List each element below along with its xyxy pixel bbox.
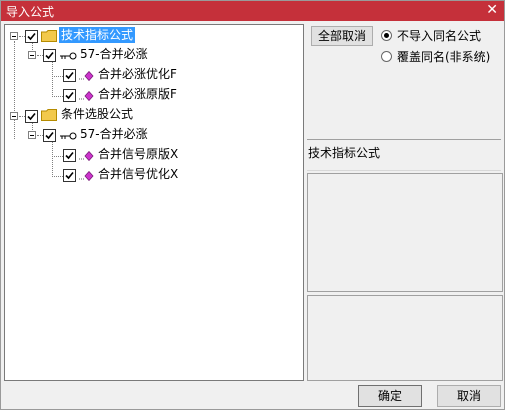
tree-checkbox[interactable]: [43, 49, 56, 62]
button-bar: 确定 取消: [1, 383, 504, 409]
tree-line: [52, 156, 63, 157]
tree-node-label[interactable]: 合并信号优化X: [98, 165, 178, 182]
tree-node-label[interactable]: 57-合并必涨: [80, 45, 148, 62]
tree-checkbox[interactable]: [63, 69, 76, 82]
tree-checkbox[interactable]: [25, 30, 38, 43]
tree-line: [14, 41, 15, 139]
tree-node-label[interactable]: 合并必涨原版F: [98, 85, 177, 102]
radio-label: 覆盖同名(非系统): [397, 50, 491, 64]
formula-diamond-icon: [79, 71, 94, 81]
tree-node-label[interactable]: 条件选股公式: [61, 105, 133, 122]
tree-node-label[interactable]: 57-合并必涨: [80, 125, 148, 142]
import-formula-dialog: 导入公式 ✕ 技术指标公式 57-合并必涨 合并必涨优化F 合并必涨原版F 条件…: [0, 0, 505, 410]
tree-node-label[interactable]: 合并必涨优化F: [98, 65, 177, 82]
radio-label: 不导入同名公式: [397, 29, 482, 43]
folder-icon: [41, 30, 57, 42]
folder-icon: [41, 109, 57, 121]
tree-line: [52, 141, 53, 177]
collapse-toggle[interactable]: [10, 112, 18, 120]
formula-tree[interactable]: 技术指标公式 57-合并必涨 合并必涨优化F 合并必涨原版F 条件选股公式 57…: [4, 24, 304, 381]
key-icon: [60, 132, 77, 140]
tree-checkbox[interactable]: [63, 169, 76, 182]
formula-description-panel: [307, 173, 503, 292]
tree-checkbox[interactable]: [43, 129, 56, 142]
cancel-all-button[interactable]: 全部取消: [311, 26, 373, 46]
tree-node-label[interactable]: 技术指标公式: [59, 27, 136, 43]
formula-diamond-icon: [79, 171, 94, 181]
cancel-button[interactable]: 取消: [437, 385, 501, 407]
tree-node-label[interactable]: 合并信号原版X: [98, 145, 178, 162]
tree-checkbox[interactable]: [63, 89, 76, 102]
category-label: 技术指标公式: [308, 146, 381, 160]
key-icon: [60, 52, 77, 60]
close-icon[interactable]: ✕: [486, 2, 498, 18]
radio-button[interactable]: [381, 51, 392, 62]
collapse-toggle[interactable]: [28, 131, 36, 139]
category-info: 技术指标公式: [307, 139, 501, 171]
tree-line: [52, 176, 63, 177]
tree-line: [52, 96, 63, 97]
tree-line: [52, 61, 53, 97]
radio-button[interactable]: [381, 30, 392, 41]
formula-diamond-icon: [79, 91, 94, 101]
tree-line: [52, 76, 63, 77]
window-title: 导入公式: [6, 5, 55, 19]
collapse-toggle[interactable]: [28, 51, 36, 59]
ok-button[interactable]: 确定: [358, 385, 422, 407]
collapse-toggle[interactable]: [10, 32, 18, 40]
tree-checkbox[interactable]: [63, 149, 76, 162]
formula-detail-panel: [307, 295, 503, 381]
tree-checkbox[interactable]: [25, 110, 38, 123]
formula-diamond-icon: [79, 151, 94, 161]
title-bar[interactable]: 导入公式 ✕: [1, 1, 504, 21]
